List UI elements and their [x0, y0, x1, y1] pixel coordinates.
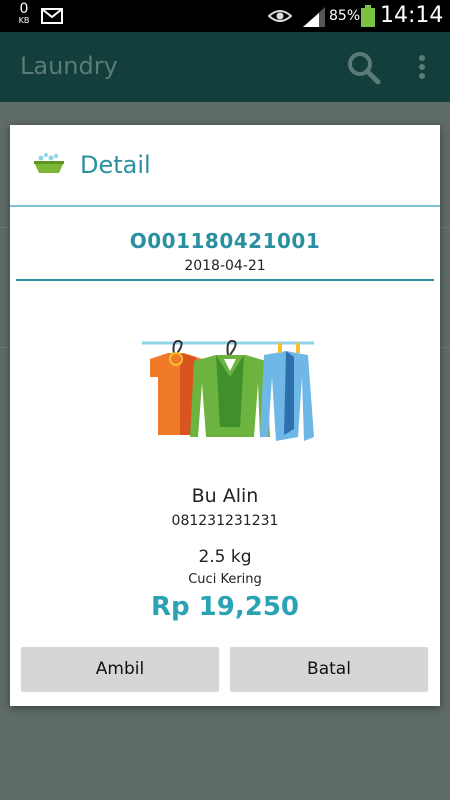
- eye-icon: [268, 10, 292, 22]
- customer-phone: 081231231231: [171, 513, 279, 529]
- list-divider: [0, 227, 10, 228]
- clothes-rack-illustration: [142, 339, 314, 441]
- total-price: Rp 19,250: [150, 592, 299, 622]
- order-date: 2018-04-21: [184, 258, 266, 274]
- list-divider: [0, 347, 10, 348]
- signal-icon: [303, 7, 325, 27]
- list-divider: [440, 227, 450, 228]
- data-counter: 0 KB: [18, 2, 30, 26]
- data-counter-value: 0: [19, 1, 29, 17]
- batal-button[interactable]: Batal: [230, 647, 428, 691]
- list-divider: [440, 347, 450, 348]
- ambil-button[interactable]: Ambil: [21, 647, 219, 691]
- dialog-title: Detail: [80, 151, 151, 179]
- battery-icon: [361, 5, 375, 27]
- app-bar: Laundry: [0, 32, 450, 102]
- order-divider: [16, 279, 434, 281]
- battery-percent: 85%: [329, 8, 361, 24]
- detail-dialog: Detail O001180421001 2018-04-21 Bu Alin …: [10, 125, 440, 706]
- search-icon[interactable]: [347, 51, 381, 85]
- service-type: Cuci Kering: [188, 572, 262, 587]
- clock: 14:14: [380, 3, 444, 28]
- dialog-header: Detail: [10, 125, 440, 205]
- customer-name: Bu Alin: [191, 485, 259, 507]
- mail-icon: [41, 8, 63, 24]
- laundry-weight: 2.5 kg: [198, 547, 252, 567]
- laundry-basin-icon: [34, 153, 64, 173]
- overflow-menu-icon[interactable]: [417, 54, 427, 80]
- app-title: Laundry: [20, 52, 118, 80]
- data-counter-unit: KB: [18, 16, 30, 25]
- header-divider: [10, 205, 440, 207]
- order-id: O001180421001: [129, 229, 321, 253]
- status-bar: 0 KB 85% 14:14: [0, 0, 450, 32]
